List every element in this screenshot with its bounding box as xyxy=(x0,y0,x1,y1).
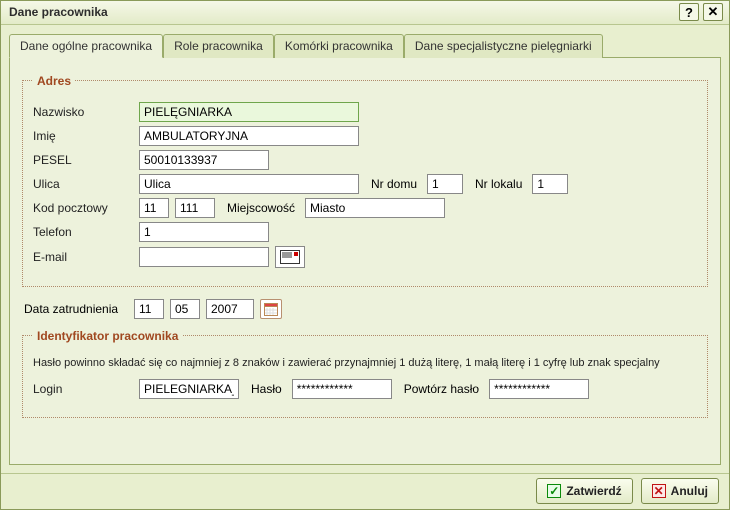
window-title: Dane pracownika xyxy=(9,5,675,19)
help-button[interactable]: ? xyxy=(679,3,699,21)
login-label: Login xyxy=(33,382,133,396)
calendar-button[interactable] xyxy=(260,299,282,319)
hire-year-input[interactable] xyxy=(206,299,254,319)
help-icon: ? xyxy=(685,5,693,20)
kod-label: Kod pocztowy xyxy=(33,201,133,215)
adres-legend: Adres xyxy=(33,74,75,88)
tab-general[interactable]: Dane ogólne pracownika xyxy=(9,34,163,58)
tab-nurse[interactable]: Dane specjalistyczne pielęgniarki xyxy=(404,34,603,58)
card-icon xyxy=(280,250,300,264)
nazwisko-label: Nazwisko xyxy=(33,105,133,119)
nrlokalu-input[interactable] xyxy=(532,174,568,194)
pesel-label: PESEL xyxy=(33,153,133,167)
x-icon: ✕ xyxy=(652,484,666,498)
kod1-input[interactable] xyxy=(139,198,169,218)
calendar-icon xyxy=(264,302,278,316)
check-icon: ✓ xyxy=(547,484,561,498)
ok-button[interactable]: ✓ Zatwierdź xyxy=(536,478,632,504)
nrdomu-label: Nr domu xyxy=(365,177,421,191)
imie-input[interactable] xyxy=(139,126,359,146)
email-card-button[interactable] xyxy=(275,246,305,268)
email-input[interactable] xyxy=(139,247,269,267)
password-hint: Hasło powinno składać się co najmniej z … xyxy=(33,357,697,369)
powtorz-label: Powtórz hasło xyxy=(398,382,483,396)
tab-roles[interactable]: Role pracownika xyxy=(163,34,274,58)
close-button[interactable]: ✕ xyxy=(703,3,723,21)
hire-month-input[interactable] xyxy=(170,299,200,319)
telefon-label: Telefon xyxy=(33,225,133,239)
haslo-label: Hasło xyxy=(245,382,286,396)
cancel-button-label: Anuluj xyxy=(671,484,708,498)
telefon-input[interactable] xyxy=(139,222,269,242)
miejscowosc-label: Miejscowość xyxy=(221,201,299,215)
hire-day-input[interactable] xyxy=(134,299,164,319)
titlebar: Dane pracownika ? ✕ xyxy=(1,1,729,25)
ident-legend: Identyfikator pracownika xyxy=(33,329,182,343)
tab-bar: Dane ogólne pracownika Role pracownika K… xyxy=(9,33,721,57)
content-area: Dane ogólne pracownika Role pracownika K… xyxy=(1,25,729,473)
cancel-button[interactable]: ✕ Anuluj xyxy=(641,478,719,504)
pesel-input[interactable] xyxy=(139,150,269,170)
nrlokalu-label: Nr lokalu xyxy=(469,177,526,191)
tab-panel-general: Adres Nazwisko Imię PESEL Ulica Nr domu xyxy=(9,57,721,465)
window: Dane pracownika ? ✕ Dane ogólne pracowni… xyxy=(0,0,730,510)
ulica-input[interactable] xyxy=(139,174,359,194)
tab-units[interactable]: Komórki pracownika xyxy=(274,34,404,58)
hiredate-label: Data zatrudnienia xyxy=(24,302,128,316)
adres-group: Adres Nazwisko Imię PESEL Ulica Nr domu xyxy=(22,74,708,287)
ok-button-label: Zatwierdź xyxy=(566,484,621,498)
hire-date-row: Data zatrudnienia xyxy=(24,299,708,319)
footer: ✓ Zatwierdź ✕ Anuluj xyxy=(1,473,729,509)
close-icon: ✕ xyxy=(708,4,719,20)
login-input[interactable] xyxy=(139,379,239,399)
powtorz-input[interactable] xyxy=(489,379,589,399)
miejscowosc-input[interactable] xyxy=(305,198,445,218)
email-label: E-mail xyxy=(33,250,133,264)
nazwisko-input[interactable] xyxy=(139,102,359,122)
imie-label: Imię xyxy=(33,129,133,143)
ulica-label: Ulica xyxy=(33,177,133,191)
nrdomu-input[interactable] xyxy=(427,174,463,194)
ident-group: Identyfikator pracownika Hasło powinno s… xyxy=(22,329,708,418)
haslo-input[interactable] xyxy=(292,379,392,399)
kod2-input[interactable] xyxy=(175,198,215,218)
